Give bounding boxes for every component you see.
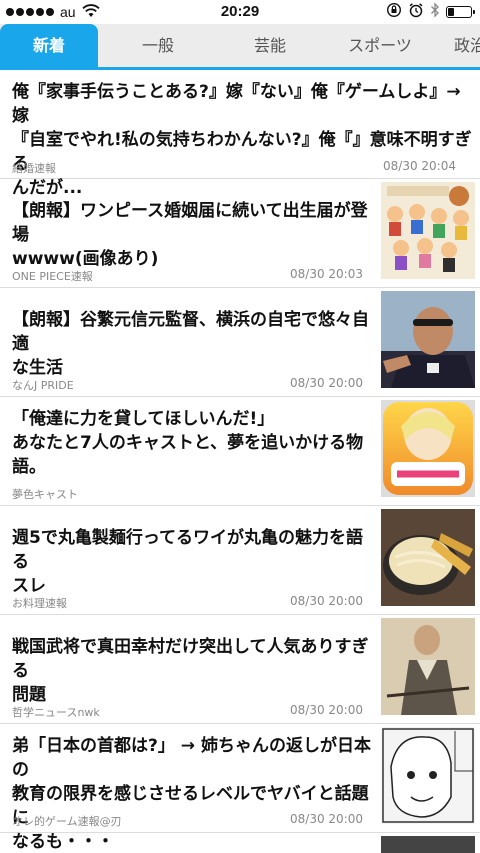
article-source: 結婚速報: [12, 162, 56, 175]
article-title: 週5で丸亀製麺行ってるワイが丸亀の魅力を語る スレ: [12, 528, 363, 596]
article-time: 08/30 20:00: [290, 594, 363, 608]
article-item[interactable]: 【朗報】谷繁元信元監督、横浜の自宅で悠々自適 な生活 なんJ PRIDE 08/…: [0, 288, 480, 397]
article-item-ad[interactable]: 「俺達に力を貸してほしいんだ!」 あなたと7人のキャストと、夢を追いかける物 語…: [0, 397, 480, 506]
article-title: 【朗報】谷繁元信元監督、横浜の自宅で悠々自適 な生活: [12, 310, 369, 378]
rotation-lock-icon: [386, 2, 402, 22]
article-source: 夢色キャスト: [12, 488, 78, 501]
article-thumbnail[interactable]: [381, 727, 475, 824]
article-source: お料理速報: [12, 597, 67, 610]
article-source: ONE PIECE速報: [12, 270, 93, 283]
article-thumbnail[interactable]: [381, 836, 475, 853]
tab-sports[interactable]: スポーツ: [330, 24, 430, 67]
tab-entertainment[interactable]: 芸能: [218, 24, 322, 67]
article-time: 08/30 20:00: [290, 376, 363, 390]
article-source: 哲学ニュースnwk: [12, 706, 100, 719]
article-list: 俺『家事手伝うことある?』嫁『ない』俺『ゲームしよ』→嫁 『自室でやれ!私の気持…: [0, 70, 480, 853]
article-title: 戦国武将で真田幸村だけ突出して人気ありすぎる 問題: [12, 637, 369, 705]
tab-politics[interactable]: 政治: [440, 24, 480, 67]
article-thumbnail[interactable]: [381, 291, 475, 388]
article-time: 08/30 20:04: [383, 159, 456, 173]
article-time: 08/30 20:03: [290, 267, 363, 281]
bluetooth-icon: [430, 2, 440, 22]
article-title: 【朗報】ワンピース婚姻届に続いて出生届が登場 wwww(画像あり): [12, 201, 368, 269]
article-item[interactable]: 弟「日本の首都は?」 → 姉ちゃんの返しが日本の 教育の限界を感じさせるレベルで…: [0, 724, 480, 852]
article-title: 「俺達に力を貸してほしいんだ!」 あなたと7人のキャストと、夢を追いかける物 語…: [12, 409, 364, 477]
article-source: なんJ PRIDE: [12, 379, 74, 392]
article-thumbnail[interactable]: [381, 400, 475, 497]
article-time: 08/30 20:00: [290, 812, 363, 826]
status-bar: au 20:29: [0, 0, 480, 24]
article-thumbnail[interactable]: [381, 618, 475, 715]
battery-icon: [446, 6, 475, 18]
article-time: 08/30 20:00: [290, 703, 363, 717]
alarm-icon: [408, 2, 424, 22]
article-item[interactable]: [0, 833, 480, 853]
article-item[interactable]: 週5で丸亀製麺行ってるワイが丸亀の魅力を語る スレ お料理速報 08/30 20…: [0, 506, 480, 615]
article-item[interactable]: 俺『家事手伝うことある?』嫁『ない』俺『ゲームしよ』→嫁 『自室でやれ!私の気持…: [0, 70, 480, 198]
tab-new[interactable]: 新着: [0, 24, 98, 67]
article-item[interactable]: 戦国武将で真田幸村だけ突出して人気ありすぎる 問題 哲学ニュースnwk 08/3…: [0, 615, 480, 724]
category-tab-bar: 新着 一般 芸能 スポーツ 政治: [0, 24, 480, 70]
tab-general[interactable]: 一般: [108, 24, 208, 67]
article-source: オレ的ゲーム速報@刃: [12, 815, 122, 828]
article-item[interactable]: 【朗報】ワンピース婚姻届に続いて出生届が登場 wwww(画像あり) ONE PI…: [0, 179, 480, 288]
status-right: [386, 2, 475, 22]
article-thumbnail[interactable]: [381, 182, 475, 279]
article-thumbnail[interactable]: [381, 509, 475, 606]
